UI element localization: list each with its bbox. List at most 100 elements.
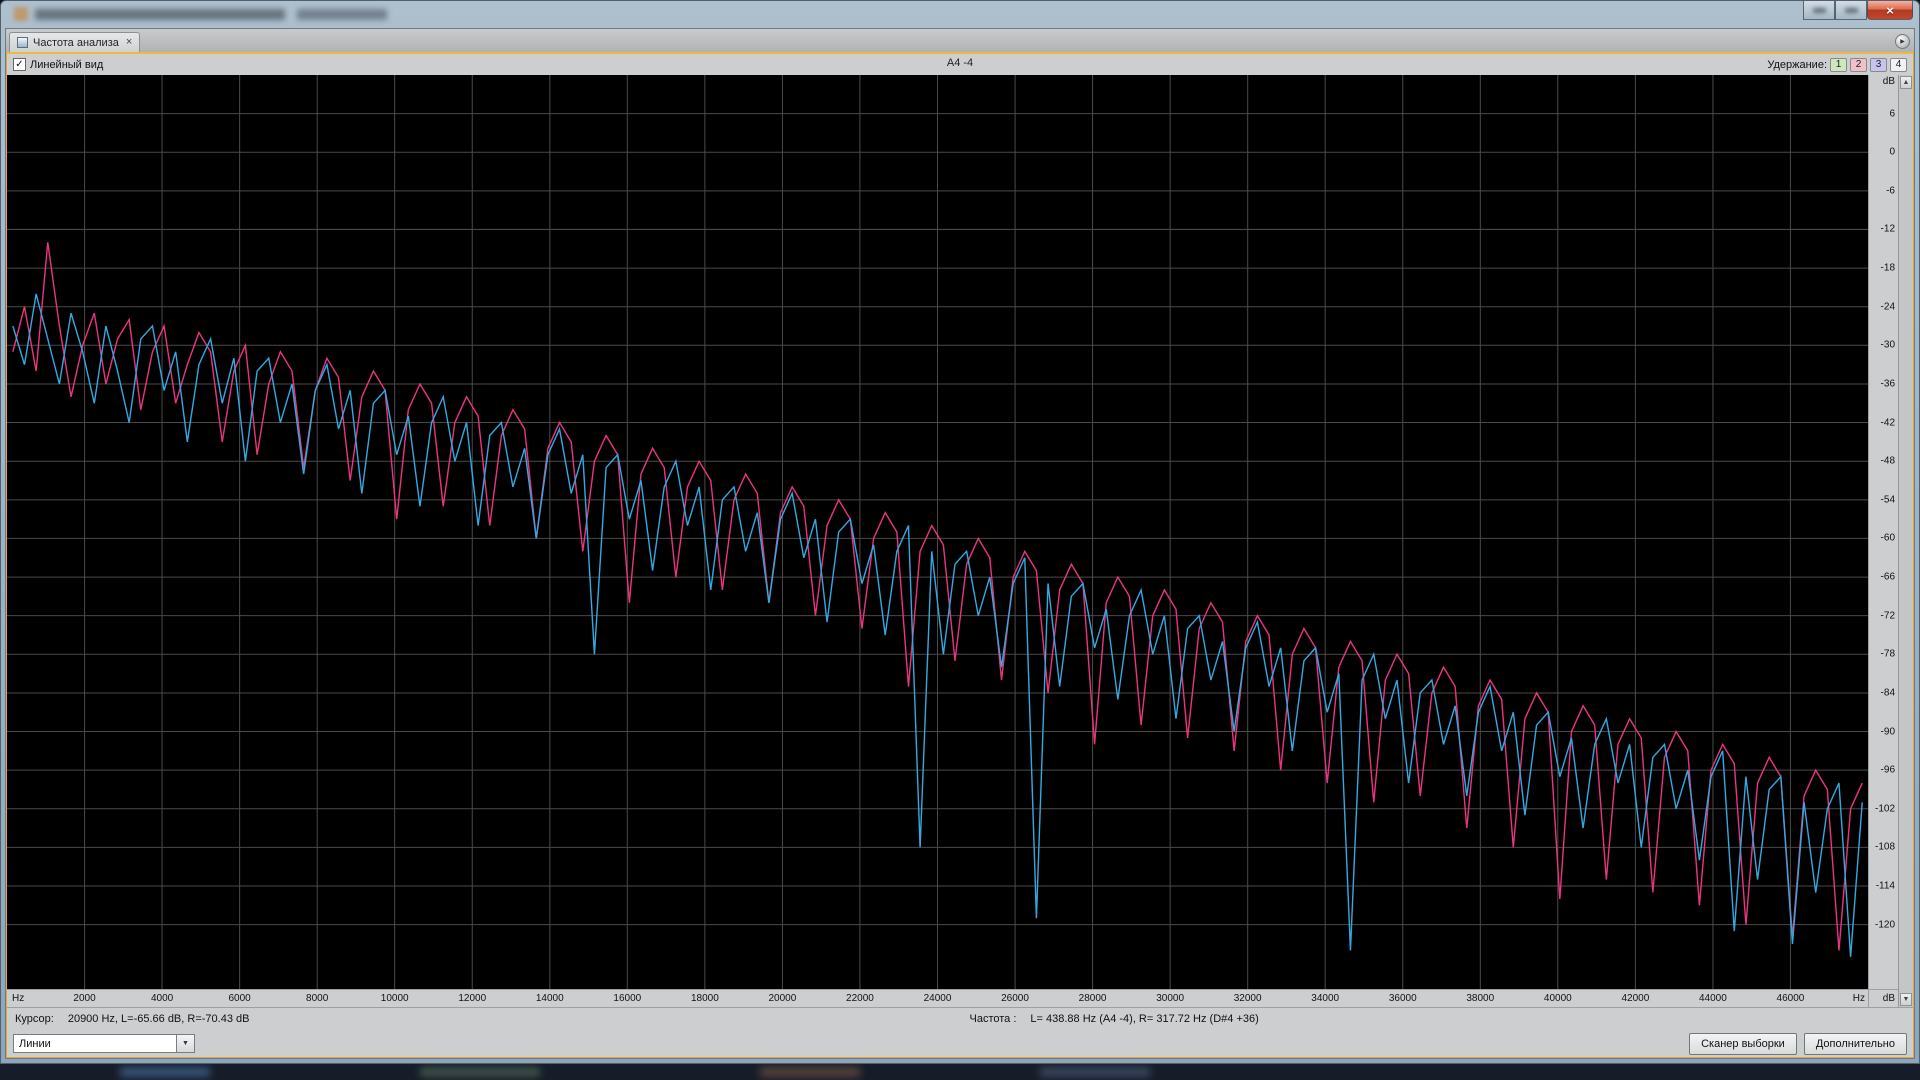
- x-tick-label: 6000: [229, 993, 251, 1004]
- db-axis-unit-bottom: dB: [1883, 993, 1895, 1004]
- desktop: × Частота анализа × ▶ ✓ Линейный вид A4 …: [0, 0, 1920, 1080]
- y-tick-label: -96: [1881, 765, 1895, 776]
- window-controls: ×: [1803, 1, 1913, 20]
- tab-frequency-analysis[interactable]: Частота анализа ×: [9, 32, 140, 52]
- minimize-button[interactable]: [1803, 1, 1835, 20]
- y-tick-label: -66: [1881, 572, 1895, 583]
- bottom-controls: Линии ▼ Сканер выборки Дополнительно: [7, 1030, 1913, 1057]
- y-tick-label: -12: [1881, 224, 1895, 235]
- window-title-redacted: [297, 9, 387, 20]
- hz-axis-unit-left: Hz: [12, 993, 24, 1004]
- y-tick-label: -54: [1881, 494, 1895, 505]
- x-tick-label: 28000: [1079, 993, 1107, 1004]
- action-buttons: Сканер выборки Дополнительно: [1689, 1033, 1907, 1055]
- cursor-value: 20900 Hz, L=-65.66 dB, R=-70.43 dB: [68, 1013, 250, 1025]
- y-tick-label: -42: [1881, 417, 1895, 428]
- y-tick-label: -84: [1881, 687, 1895, 698]
- application-window: × Частота анализа × ▶ ✓ Линейный вид A4 …: [0, 0, 1920, 1064]
- scan-selection-button[interactable]: Сканер выборки: [1689, 1033, 1797, 1055]
- x-tick-label: 34000: [1311, 993, 1339, 1004]
- x-tick-label: 22000: [846, 993, 874, 1004]
- display-style-value: Линии: [14, 1038, 51, 1050]
- hold-label: Удержание:: [1767, 59, 1827, 71]
- hold-button-3[interactable]: 3: [1870, 58, 1887, 72]
- x-tick-label: 12000: [458, 993, 486, 1004]
- cursor-label: Курсор:: [15, 1013, 54, 1025]
- window-title-redacted: [35, 9, 285, 20]
- db-axis: dB 6 0 -6 -12 -18 -24 -30 -36 -42 -48 -54 -60 -66 -72…: [1868, 75, 1898, 989]
- tab-strip: Частота анализа × ▶: [6, 29, 1914, 52]
- x-tick-label: 2000: [73, 993, 95, 1004]
- y-tick-label: -24: [1881, 301, 1895, 312]
- tab-title: Частота анализа: [33, 37, 119, 49]
- x-tick-label: 38000: [1466, 993, 1494, 1004]
- x-tick-label: 26000: [1001, 993, 1029, 1004]
- linear-view-label: Линейный вид: [30, 59, 103, 71]
- app-frame: Частота анализа × ▶ ✓ Линейный вид A4 -4…: [5, 28, 1915, 1059]
- status-row: Курсор: 20900 Hz, L=-65.66 dB, R=-70.43 …: [7, 1007, 1913, 1030]
- y-tick-label: -30: [1881, 340, 1895, 351]
- taskbar-redacted: [0, 1064, 1920, 1080]
- x-tick-label: 40000: [1544, 993, 1572, 1004]
- linear-view-checkbox[interactable]: ✓: [13, 58, 26, 71]
- y-tick-label: 0: [1889, 147, 1895, 158]
- x-tick-label: 18000: [691, 993, 719, 1004]
- y-tick-label: -102: [1875, 803, 1895, 814]
- hz-axis-unit-right: Hz: [1853, 993, 1865, 1004]
- panel-menu-icon[interactable]: ▶: [1895, 34, 1910, 49]
- axis-corner: dB: [1868, 989, 1898, 1007]
- panel-icon: [17, 37, 28, 48]
- y-tick-label: -6: [1886, 185, 1895, 196]
- x-tick-label: 20000: [769, 993, 797, 1004]
- y-tick-label: -72: [1881, 610, 1895, 621]
- y-tick-label: -114: [1876, 881, 1895, 892]
- spectrum-plot[interactable]: [7, 75, 1868, 989]
- hold-button-2[interactable]: 2: [1850, 58, 1867, 72]
- detected-note-label: A4 -4: [947, 57, 973, 69]
- frequency-readout: Частота : L= 438.88 Hz (A4 -4), R= 317.7…: [970, 1013, 1259, 1025]
- x-tick-label: 16000: [613, 993, 641, 1004]
- x-tick-label: 46000: [1777, 993, 1805, 1004]
- y-tick-label: -18: [1881, 263, 1895, 274]
- vertical-scrollbar[interactable]: ▲ ▼: [1898, 75, 1913, 1007]
- hold-button-1[interactable]: 1: [1830, 58, 1847, 72]
- x-tick-label: 4000: [151, 993, 173, 1004]
- display-style-select[interactable]: Линии ▼: [13, 1034, 195, 1053]
- plot-region: dB 6 0 -6 -12 -18 -24 -30 -36 -42 -48 -54 -60 -66 -72…: [7, 75, 1913, 1007]
- frequency-analysis-panel: ✓ Линейный вид A4 -4 Удержание: 1 2 3 4: [6, 52, 1914, 1058]
- x-tick-label: 10000: [381, 993, 409, 1004]
- x-tick-label: 24000: [924, 993, 952, 1004]
- y-tick-label: -78: [1881, 649, 1895, 660]
- y-tick-label: -60: [1881, 533, 1895, 544]
- hold-group: Удержание: 1 2 3 4: [1767, 58, 1907, 72]
- x-tick-label: 44000: [1699, 993, 1727, 1004]
- y-tick-label: -48: [1881, 456, 1895, 467]
- maximize-button[interactable]: [1835, 1, 1867, 20]
- spectrum-svg: [7, 75, 1868, 989]
- y-tick-label: -90: [1881, 726, 1895, 737]
- app-icon: [14, 7, 28, 21]
- window-titlebar[interactable]: ×: [5, 1, 1915, 28]
- db-axis-unit-top: dB: [1883, 76, 1895, 87]
- frequency-label: Частота :: [970, 1013, 1017, 1025]
- chevron-down-icon[interactable]: ▼: [176, 1035, 194, 1052]
- x-tick-label: 14000: [536, 993, 564, 1004]
- x-tick-label: 8000: [306, 993, 328, 1004]
- y-tick-label: -108: [1875, 842, 1895, 853]
- y-tick-label: -36: [1881, 378, 1895, 389]
- tab-close-icon[interactable]: ×: [126, 37, 132, 48]
- close-button[interactable]: ×: [1867, 1, 1913, 20]
- x-tick-label: 32000: [1234, 993, 1262, 1004]
- y-tick-label: -120: [1875, 919, 1895, 930]
- y-tick-label: 6: [1889, 108, 1895, 119]
- hz-axis: Hz Hz 2000 4000 6000 8000 10000 12000 14000 160…: [7, 989, 1868, 1007]
- x-tick-label: 30000: [1156, 993, 1184, 1004]
- panel-toolbar: ✓ Линейный вид A4 -4 Удержание: 1 2 3 4: [7, 54, 1913, 75]
- x-tick-label: 36000: [1389, 993, 1417, 1004]
- scroll-down-icon[interactable]: ▼: [1900, 993, 1912, 1006]
- x-tick-label: 42000: [1621, 993, 1649, 1004]
- frequency-value: L= 438.88 Hz (A4 -4), R= 317.72 Hz (D#4 …: [1030, 1013, 1258, 1025]
- hold-button-4[interactable]: 4: [1890, 58, 1907, 72]
- advanced-button[interactable]: Дополнительно: [1804, 1033, 1907, 1055]
- scroll-up-icon[interactable]: ▲: [1900, 76, 1912, 89]
